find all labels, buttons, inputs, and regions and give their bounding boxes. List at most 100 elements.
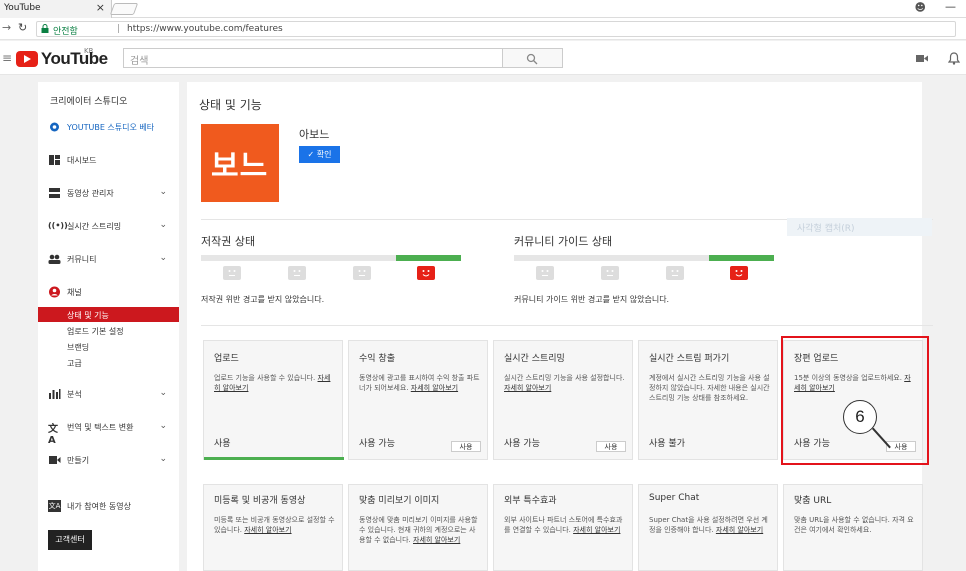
analytics-icon <box>49 389 61 399</box>
sidebar-item-label: 분석 <box>67 390 82 399</box>
sidebar-sub-branding[interactable]: 브랜딩 <box>38 339 179 354</box>
card-description: 실시간 스트리밍 기능을 사용 설정합니다. 자세히 알아보기 <box>504 374 625 392</box>
card-title: 미등록 및 비공개 동영상 <box>214 496 306 506</box>
studio-sidebar: 크리에이터 스튜디오 YOUTUBE 스튜디오 베타 대시보드 동영상 관리자 … <box>38 82 179 571</box>
watermark-text: 사각형 캡처(R) <box>797 224 855 234</box>
chevron-down-icon[interactable]: ⌄ <box>159 220 167 230</box>
copyright-status-bar <box>201 255 461 261</box>
channel-avatar-text: 보느 <box>211 149 269 184</box>
sidebar-item-live[interactable]: ((•)) 실시간 스트리밍 ⌄ <box>38 218 179 234</box>
user-profile-icon[interactable]: ☻ <box>915 1 926 14</box>
notifications-icon[interactable] <box>948 52 960 65</box>
card-title: 맞춤 URL <box>794 496 832 506</box>
strike-face-icon <box>601 266 619 280</box>
card-status: 사용 가능 <box>359 439 395 449</box>
card-description: 동영상에 광고를 표시하여 수익 창출 파트너가 되어보세요. 자세히 알아보기 <box>359 374 480 392</box>
sidebar-item-label: 커뮤니티 <box>67 255 97 264</box>
card-description: 동영상에 맞춤 미리보기 이미지를 사용할 수 있습니다. 현재 귀하의 계정으… <box>359 516 478 544</box>
learn-more-link[interactable]: 자세히 알아보기 <box>411 384 458 392</box>
community-status-message: 커뮤니티 가이드 위반 경고를 받지 않았습니다. <box>514 295 670 304</box>
upload-video-icon[interactable] <box>916 54 928 63</box>
sidebar-item-analytics[interactable]: 분석 ⌄ <box>38 386 179 402</box>
new-tab-button[interactable] <box>109 3 139 15</box>
sidebar-item-channel[interactable]: 채널 <box>38 284 179 300</box>
card-description: Super Chat을 사용 설정하려면 우선 계정을 인증해야 합니다. 자세… <box>649 516 768 534</box>
search-input[interactable]: 검색 <box>123 48 503 68</box>
sidebar-item-contributions[interactable]: 文A 내가 참여한 동영상 <box>38 498 179 514</box>
help-center-button[interactable]: 고객센터 <box>48 530 92 550</box>
sidebar-sub-advanced[interactable]: 고급 <box>38 355 179 370</box>
create-icon <box>49 456 61 464</box>
card-description: 외부 사이트나 파트너 스토어에 특수효과를 연결할 수 있습니다. 자세히 알… <box>504 516 623 534</box>
card-title: 업로드 <box>214 354 239 364</box>
sidebar-item-create[interactable]: 만들기 ⌄ <box>38 452 179 468</box>
sidebar-item-dashboard[interactable]: 대시보드 <box>38 152 179 168</box>
video-manager-icon <box>49 188 60 198</box>
sidebar-item-label: 동영상 관리자 <box>67 189 114 198</box>
menu-icon[interactable]: ≡ <box>2 51 12 65</box>
sidebar-sub-status-features[interactable]: 상태 및 기능 <box>38 307 179 322</box>
good-standing-face-icon <box>417 266 435 280</box>
status-bar-fill <box>396 255 461 261</box>
sidebar-item-label: YOUTUBE 스튜디오 베타 <box>67 123 155 132</box>
address-bar: → ↻ 안전함 | https://www.youtube.com/featur… <box>0 18 966 40</box>
chevron-down-icon[interactable]: ⌄ <box>159 454 167 464</box>
sidebar-item-translations[interactable]: 文A 번역 및 텍스트 변환 ⌄ <box>38 419 179 446</box>
logo-text: YouTube <box>40 49 108 68</box>
enabled-indicator <box>204 457 344 460</box>
learn-more-link[interactable]: 자세히 알아보기 <box>244 526 291 534</box>
url-field[interactable]: 안전함 | https://www.youtube.com/features <box>36 21 956 37</box>
enable-button[interactable]: 사용 <box>596 441 626 452</box>
capture-watermark: 사각형 캡처(R) <box>787 218 932 236</box>
strike-face-icon <box>288 266 306 280</box>
url-text: https://www.youtube.com/features <box>127 24 283 34</box>
chevron-down-icon[interactable]: ⌄ <box>159 253 167 263</box>
strike-face-icon <box>666 266 684 280</box>
learn-more-link[interactable]: 자세히 알아보기 <box>504 384 551 392</box>
learn-more-link[interactable]: 자세히 알아보기 <box>573 526 620 534</box>
chevron-down-icon[interactable]: ⌄ <box>159 421 167 431</box>
lock-icon <box>41 24 49 33</box>
feature-card-custom-thumbnails: 맞춤 미리보기 이미지 동영상에 맞춤 미리보기 이미지를 사용할 수 있습니다… <box>348 484 488 571</box>
card-description: 미등록 또는 비공개 동영상으로 설정할 수 있습니다. 자세히 알아보기 <box>214 516 335 534</box>
learn-more-link[interactable]: 자세히 알아보기 <box>413 536 460 544</box>
gear-icon <box>50 122 59 132</box>
verify-button[interactable]: ✓ 확인 <box>299 146 340 163</box>
sidebar-title: 크리에이터 스튜디오 <box>50 97 128 107</box>
secure-label: 안전함 <box>53 27 78 37</box>
chevron-down-icon[interactable]: ⌄ <box>159 187 167 197</box>
sidebar-item-studio-beta[interactable]: YOUTUBE 스튜디오 베타 <box>38 119 179 135</box>
reload-icon[interactable]: ↻ <box>18 21 27 34</box>
search-button[interactable] <box>503 48 563 68</box>
community-status-title: 커뮤니티 가이드 상태 <box>514 235 613 248</box>
card-status: 사용 <box>214 439 231 449</box>
card-title: 맞춤 미리보기 이미지 <box>359 496 440 506</box>
page-title: 상태 및 기능 <box>199 98 262 112</box>
minimize-icon[interactable]: — <box>945 0 956 13</box>
tab-close-icon[interactable]: × <box>96 1 105 14</box>
channel-icon <box>49 286 60 298</box>
feature-card-monetization: 수익 창출 동영상에 광고를 표시하여 수익 창출 파트너가 되어보세요. 자세… <box>348 340 488 460</box>
callout-number: 6 <box>843 400 877 434</box>
enable-button[interactable]: 사용 <box>451 441 481 452</box>
forward-icon[interactable]: → <box>2 21 11 34</box>
feature-card-live-embed: 실시간 스트림 퍼가기 계정에서 실시간 스트리밍 기능을 사용 설정하지 않았… <box>638 340 778 460</box>
youtube-logo[interactable]: YouTube KR <box>16 47 108 69</box>
tab-title: YouTube <box>4 3 41 13</box>
sidebar-item-video-manager[interactable]: 동영상 관리자 ⌄ <box>38 185 179 201</box>
community-status-bar <box>514 255 774 261</box>
card-title: 실시간 스트리밍 <box>504 354 565 364</box>
feature-card-external-annotations: 외부 특수효과 외부 사이트나 파트너 스토어에 특수효과를 연결할 수 있습니… <box>493 484 633 571</box>
search-icon <box>526 53 538 65</box>
card-status: 사용 불가 <box>649 439 685 449</box>
browser-tab-bar: YouTube × ☻ — <box>0 0 966 18</box>
learn-more-link[interactable]: 자세히 알아보기 <box>716 526 763 534</box>
channel-name: 아보느 <box>299 128 330 141</box>
sidebar-sub-upload-defaults[interactable]: 업로드 기본 설정 <box>38 323 179 338</box>
chevron-down-icon[interactable]: ⌄ <box>159 388 167 398</box>
feature-card-unlisted-private: 미등록 및 비공개 동영상 미등록 또는 비공개 동영상으로 설정할 수 있습니… <box>203 484 343 571</box>
browser-tab[interactable]: YouTube × <box>0 0 112 18</box>
card-title: Super Chat <box>649 493 700 503</box>
sidebar-item-label: 실시간 스트리밍 <box>67 222 122 231</box>
sidebar-item-community[interactable]: 커뮤니티 ⌄ <box>38 251 179 267</box>
